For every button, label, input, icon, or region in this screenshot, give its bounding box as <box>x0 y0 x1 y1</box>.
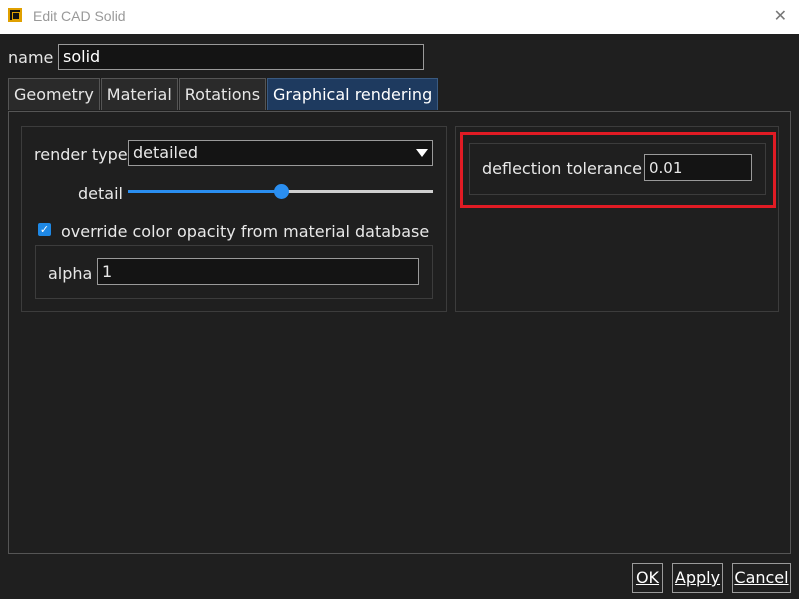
dropdown-arrow-icon <box>416 149 428 157</box>
detail-slider[interactable] <box>128 183 433 201</box>
tab-material[interactable]: Material <box>100 78 178 110</box>
tab-bar: Geometry Material Rotations Graphical re… <box>8 78 439 111</box>
title-bar: Edit CAD Solid ✕ <box>0 0 799 34</box>
window-title: Edit CAD Solid <box>33 8 126 24</box>
highlight-box <box>460 132 776 208</box>
apply-button[interactable]: Apply <box>672 563 723 593</box>
name-input[interactable]: solid <box>58 44 424 70</box>
ok-button[interactable]: OK <box>632 563 663 593</box>
slider-fill <box>128 190 281 193</box>
override-opacity-checkbox[interactable]: ✓ <box>38 223 51 236</box>
override-opacity-label: override color opacity from material dat… <box>61 222 430 241</box>
alpha-input[interactable]: 1 <box>97 258 419 285</box>
render-type-select[interactable]: detailed <box>128 140 433 166</box>
app-icon <box>8 8 22 22</box>
render-type-value: detailed <box>133 143 198 162</box>
slider-handle[interactable] <box>273 184 289 199</box>
checkmark-icon: ✓ <box>39 223 50 236</box>
detail-label: detail <box>78 184 123 203</box>
alpha-label: alpha <box>48 264 93 283</box>
close-icon[interactable]: ✕ <box>774 6 787 25</box>
tab-graphical-rendering[interactable]: Graphical rendering <box>267 78 439 110</box>
cancel-button[interactable]: Cancel <box>732 563 791 593</box>
render-type-label: render type <box>34 145 128 164</box>
name-label: name <box>8 48 54 67</box>
tab-geometry[interactable]: Geometry <box>8 78 100 110</box>
tab-rotations[interactable]: Rotations <box>178 78 267 110</box>
